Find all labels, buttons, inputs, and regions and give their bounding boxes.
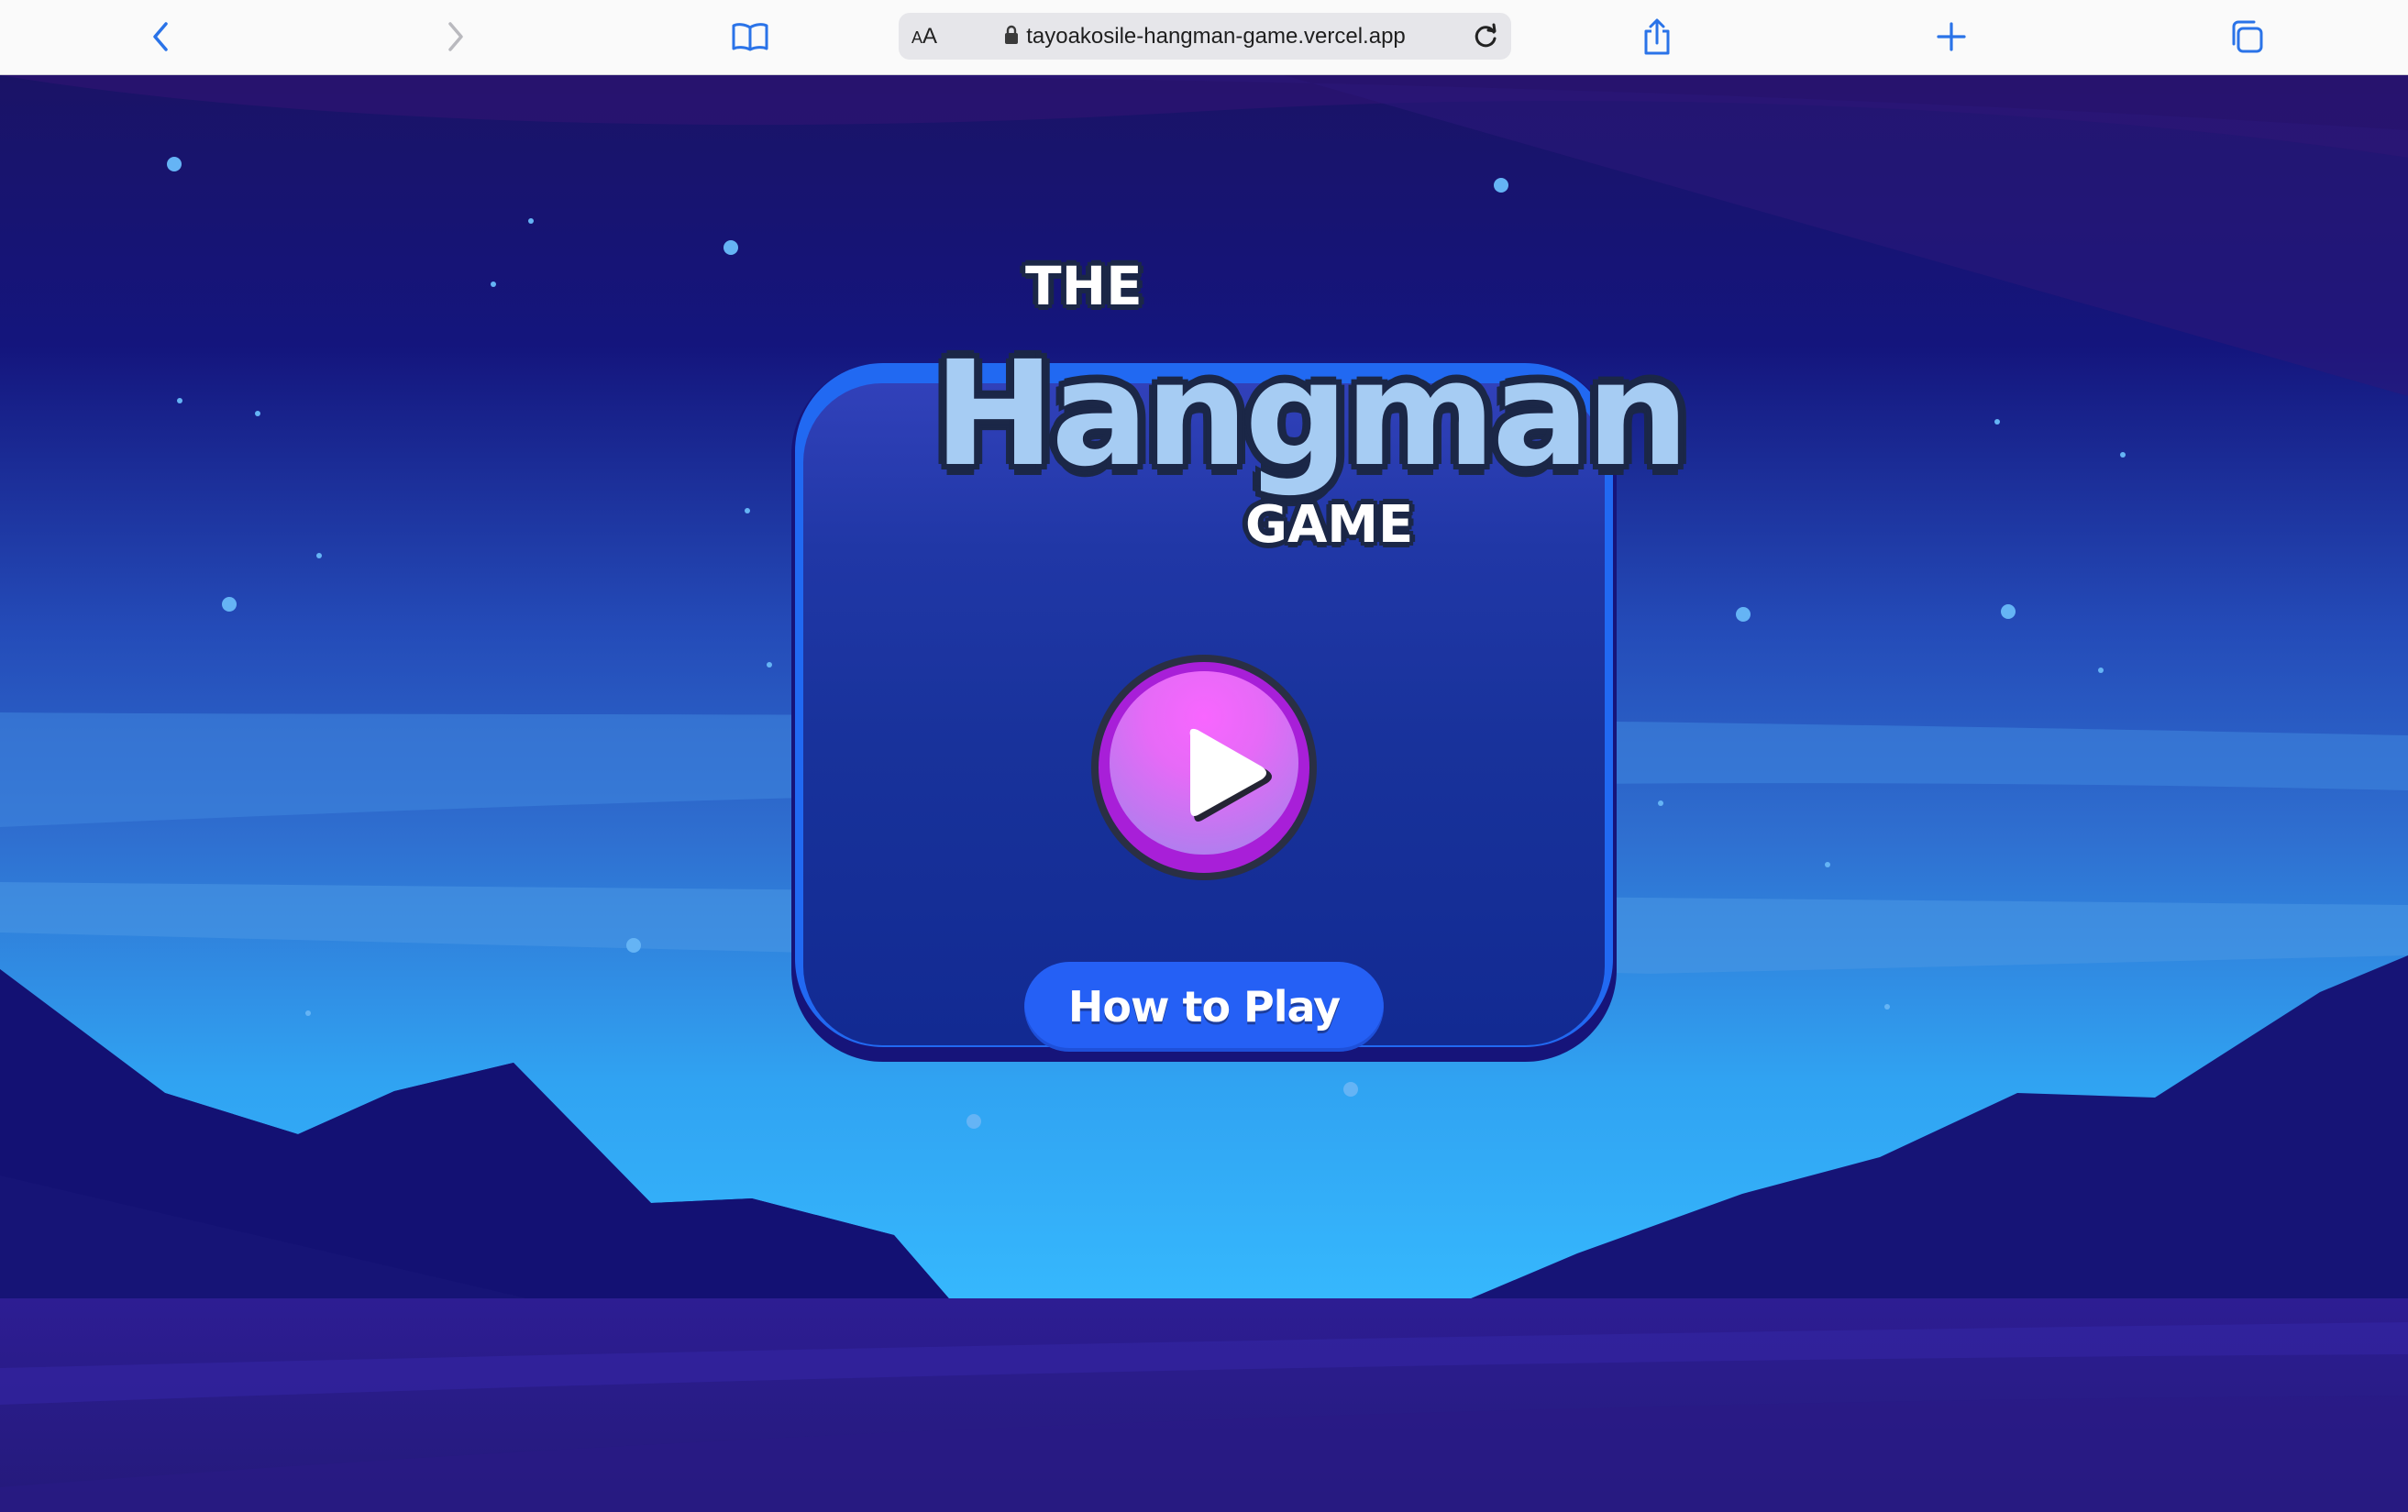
forward-icon[interactable]: [427, 9, 482, 64]
logo-game: GAME: [1245, 495, 1414, 555]
how-to-play-button[interactable]: How to Play: [1024, 962, 1384, 1052]
reload-icon[interactable]: [1467, 18, 1504, 55]
play-icon: [1189, 728, 1272, 822]
lock-icon: [1004, 25, 1019, 49]
bookmarks-icon[interactable]: [723, 9, 778, 64]
back-icon[interactable]: [134, 9, 189, 64]
game-scene: THE Hangman GAME How to Play: [0, 75, 2408, 1512]
tabs-icon[interactable]: [2219, 9, 2274, 64]
url-text: tayoakosile-hangman-game.vercel.app: [1026, 23, 1406, 49]
play-button[interactable]: [1091, 655, 1317, 880]
logo-hangman: Hangman: [933, 330, 1689, 499]
browser-toolbar: AA tayoakosile-hangman-game.vercel.app: [0, 0, 2408, 75]
share-icon[interactable]: [1629, 9, 1684, 64]
new-tab-icon[interactable]: [1924, 9, 1979, 64]
how-to-play-label: How to Play: [1067, 982, 1341, 1032]
logo-the: THE: [1025, 255, 1143, 317]
address-bar[interactable]: AA tayoakosile-hangman-game.vercel.app: [899, 13, 1511, 60]
